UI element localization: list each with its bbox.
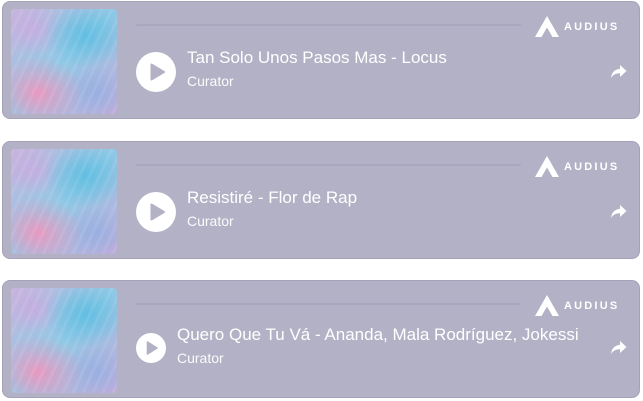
share-icon bbox=[611, 205, 627, 218]
track-player-card: Resistiré - Flor de Rap Curator AUDIUS bbox=[2, 141, 640, 259]
track-player-card: Quero Que Tu Vá - Ananda, Mala Rodríguez… bbox=[2, 280, 640, 398]
track-player-card: Tan Solo Unos Pasos Mas - Locus Curator … bbox=[2, 1, 640, 119]
track-title[interactable]: Resistiré - Flor de Rap bbox=[187, 188, 597, 208]
share-button[interactable] bbox=[607, 338, 629, 358]
track-artwork[interactable] bbox=[11, 9, 117, 114]
progress-bar[interactable] bbox=[136, 164, 521, 166]
track-artist[interactable]: Curator bbox=[187, 73, 234, 90]
audius-brand-link[interactable]: AUDIUS bbox=[535, 15, 619, 39]
play-icon bbox=[150, 203, 165, 221]
progress-bar[interactable] bbox=[136, 303, 521, 305]
audius-logo-icon bbox=[535, 156, 559, 177]
track-artist[interactable]: Curator bbox=[187, 213, 234, 230]
share-icon bbox=[611, 65, 627, 78]
track-artwork[interactable] bbox=[11, 149, 117, 254]
audius-logo-icon bbox=[535, 295, 559, 316]
brand-name: AUDIUS bbox=[564, 21, 620, 33]
share-icon bbox=[611, 341, 627, 354]
play-icon bbox=[150, 63, 165, 81]
track-artist[interactable]: Curator bbox=[177, 350, 224, 367]
progress-bar[interactable] bbox=[136, 24, 521, 26]
share-button[interactable] bbox=[607, 202, 629, 222]
share-button[interactable] bbox=[607, 62, 629, 82]
play-button[interactable] bbox=[136, 192, 176, 232]
brand-name: AUDIUS bbox=[564, 161, 620, 173]
track-title[interactable]: Quero Que Tu Vá - Ananda, Mala Rodríguez… bbox=[177, 325, 605, 345]
track-artwork[interactable] bbox=[11, 288, 117, 393]
play-button[interactable] bbox=[136, 333, 166, 363]
audius-brand-link[interactable]: AUDIUS bbox=[535, 155, 619, 179]
track-title[interactable]: Tan Solo Unos Pasos Mas - Locus bbox=[187, 48, 597, 68]
audius-brand-link[interactable]: AUDIUS bbox=[535, 294, 619, 318]
audius-logo-icon bbox=[535, 16, 559, 37]
embed-player-feed: Tan Solo Unos Pasos Mas - Locus Curator … bbox=[0, 0, 643, 401]
play-button[interactable] bbox=[136, 52, 176, 92]
play-icon bbox=[146, 341, 158, 355]
brand-name: AUDIUS bbox=[564, 300, 620, 312]
